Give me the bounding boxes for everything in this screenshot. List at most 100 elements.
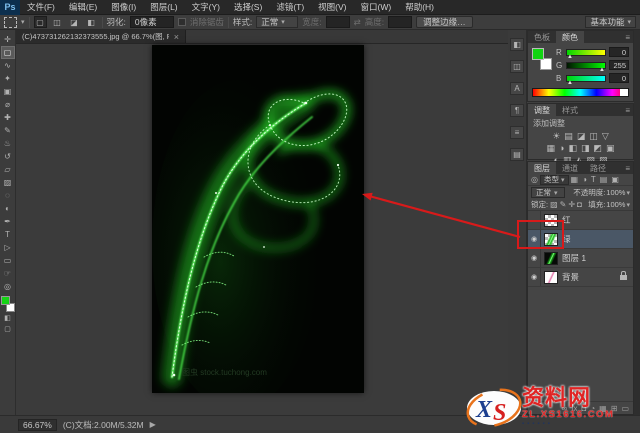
zoom-level-input[interactable]: 66.67%: [18, 418, 57, 431]
gradient-tool[interactable]: ▨: [1, 176, 15, 189]
layer-row-1[interactable]: 红: [528, 211, 633, 230]
collapsed-character-panel-icon[interactable]: A: [510, 82, 524, 95]
white-chip[interactable]: [620, 89, 628, 96]
quick-select-tool[interactable]: ✦: [1, 72, 15, 85]
fill-value[interactable]: 100%: [606, 200, 625, 209]
foreground-color-swatch[interactable]: [532, 48, 544, 60]
menu-item-1[interactable]: 文件(F): [20, 0, 62, 15]
lock-option-icon-2[interactable]: ✎: [560, 200, 567, 209]
pen-tool[interactable]: ✒: [1, 215, 15, 228]
green-value[interactable]: 255: [609, 60, 629, 70]
eraser-tool[interactable]: ▱: [1, 163, 15, 176]
tab-styles[interactable]: 样式: [556, 104, 584, 116]
document-tab[interactable]: (C)473731262132373555.jpg @ 66.7%(图, RGB…: [16, 30, 186, 43]
tab-adjustments[interactable]: 调整: [528, 104, 556, 116]
color-lookup-adjustment-icon[interactable]: ▣: [606, 143, 615, 153]
filter-group-layers-icon[interactable]: ▤: [600, 175, 608, 184]
brush-tool[interactable]: ✎: [1, 124, 15, 137]
type-tool[interactable]: T: [1, 228, 15, 241]
collapsed-character-styles-panel-icon[interactable]: ≡: [510, 126, 524, 139]
zoom-tool[interactable]: ◎: [1, 280, 15, 293]
filter-adjustment-layers-icon[interactable]: ◑: [582, 175, 587, 184]
clone-stamp-tool[interactable]: ♨: [1, 137, 15, 150]
channel-mixer-adjustment-icon[interactable]: ◩: [593, 143, 602, 153]
menu-item-2[interactable]: 编辑(E): [62, 0, 104, 15]
blur-tool[interactable]: ◌: [1, 189, 15, 202]
filter-smart-objects-icon[interactable]: ▣: [611, 175, 619, 184]
quick-mask-button[interactable]: ◧: [1, 312, 15, 323]
color-balance-adjustment-icon[interactable]: ◑: [559, 143, 564, 153]
width-input[interactable]: [325, 16, 350, 28]
tab-paths[interactable]: 路径: [584, 162, 612, 174]
chevron-down-icon[interactable]: ▾: [626, 201, 630, 209]
color-swatch-pair[interactable]: [532, 48, 552, 70]
eye-icon[interactable]: ◉: [528, 230, 541, 248]
dodge-tool[interactable]: ◐: [1, 202, 15, 215]
panel-menu-icon[interactable]: ≡: [622, 162, 633, 174]
vibrance-adjustment-icon[interactable]: ▽: [602, 131, 609, 141]
foreground-background-swatches[interactable]: [0, 296, 15, 312]
eye-icon[interactable]: ◉: [528, 268, 541, 286]
tab-swatches[interactable]: 色板: [528, 31, 556, 43]
feather-input[interactable]: 0像素: [129, 16, 174, 28]
eye-toggle-empty[interactable]: [528, 211, 541, 229]
panel-menu-icon[interactable]: ≡: [622, 104, 633, 116]
layer-row-4[interactable]: ◉ 背景: [528, 268, 633, 287]
eye-icon[interactable]: ◉: [528, 249, 541, 267]
menu-item-10[interactable]: 帮助(H): [398, 0, 441, 15]
style-select[interactable]: 正常 ▾: [256, 16, 299, 28]
menu-item-8[interactable]: 视图(V): [311, 0, 353, 15]
lock-option-icon-4[interactable]: ◘: [577, 200, 582, 209]
status-flyout-arrow[interactable]: ▶: [150, 420, 156, 429]
opacity-value[interactable]: 100%: [606, 188, 625, 197]
swap-dimensions-icon[interactable]: ⇄: [354, 17, 361, 28]
eyedropper-tool[interactable]: ⌀: [1, 98, 15, 111]
menu-item-3[interactable]: 图像(I): [104, 0, 143, 15]
lasso-tool[interactable]: ∿: [1, 59, 15, 72]
path-select-tool[interactable]: ▷: [1, 241, 15, 254]
photo-canvas[interactable]: 图虫 stock.tuchong.com: [152, 45, 364, 410]
foreground-color-swatch[interactable]: [0, 296, 10, 305]
antialias-checkbox[interactable]: [177, 18, 186, 26]
hue-saturation-adjustment-icon[interactable]: ▦: [546, 143, 555, 153]
brightness-contrast-adjustment-icon[interactable]: ☀: [552, 131, 560, 141]
collapsed-paragraph-panel-icon[interactable]: ¶: [510, 104, 524, 117]
curves-adjustment-icon[interactable]: ◪: [577, 131, 586, 141]
healing-brush-tool[interactable]: ✚: [1, 111, 15, 124]
crop-tool[interactable]: ▣: [1, 85, 15, 98]
tab-channels[interactable]: 通道: [556, 162, 584, 174]
lock-option-icon-1[interactable]: ▨: [550, 200, 558, 209]
tab-layers[interactable]: 图层: [528, 162, 556, 174]
filter-type-layers-icon[interactable]: T: [591, 175, 596, 184]
intersect-selection-button[interactable]: ◧: [85, 16, 98, 28]
tab-color[interactable]: 颜色: [556, 31, 584, 43]
height-input[interactable]: [388, 16, 413, 28]
menu-item-6[interactable]: 选择(S): [227, 0, 269, 15]
layer-row-2[interactable]: ◉ 绿: [528, 230, 633, 249]
menu-item-7[interactable]: 滤镜(T): [269, 0, 311, 15]
menu-item-9[interactable]: 窗口(W): [354, 0, 399, 15]
marquee-tool-icon[interactable]: [4, 16, 17, 28]
subtract-selection-button[interactable]: ◪: [68, 16, 81, 28]
marquee-tool[interactable]: ▢: [0, 46, 15, 59]
tool-preset-caret-icon[interactable]: ▾: [21, 18, 25, 26]
screen-mode-button[interactable]: ▢: [1, 323, 15, 334]
workspace-select[interactable]: 基本功能 ▾: [585, 16, 636, 28]
chevron-down-icon[interactable]: ▾: [626, 189, 630, 197]
lock-option-icon-3[interactable]: ✛: [568, 200, 575, 209]
add-selection-button[interactable]: ◫: [51, 16, 64, 28]
panel-menu-icon[interactable]: ≡: [622, 31, 633, 43]
red-slider[interactable]: ▲: [566, 48, 606, 60]
red-value[interactable]: 0: [609, 47, 629, 57]
color-spectrum-ramp[interactable]: [532, 88, 629, 97]
menu-item-5[interactable]: 文字(Y): [185, 0, 227, 15]
filter-pixel-layers-icon[interactable]: ▦: [571, 175, 579, 184]
blend-mode-select[interactable]: 正常 ▾: [531, 187, 565, 198]
shape-tool[interactable]: ▭: [1, 254, 15, 267]
blue-slider[interactable]: ▲: [566, 74, 606, 86]
layer-row-3[interactable]: ◉ 图层 1: [528, 249, 633, 268]
menu-item-4[interactable]: 图层(L): [143, 0, 184, 15]
hand-tool[interactable]: ☞: [1, 267, 15, 280]
black-white-adjustment-icon[interactable]: ◧: [568, 143, 577, 153]
green-slider[interactable]: ▲: [566, 61, 606, 73]
